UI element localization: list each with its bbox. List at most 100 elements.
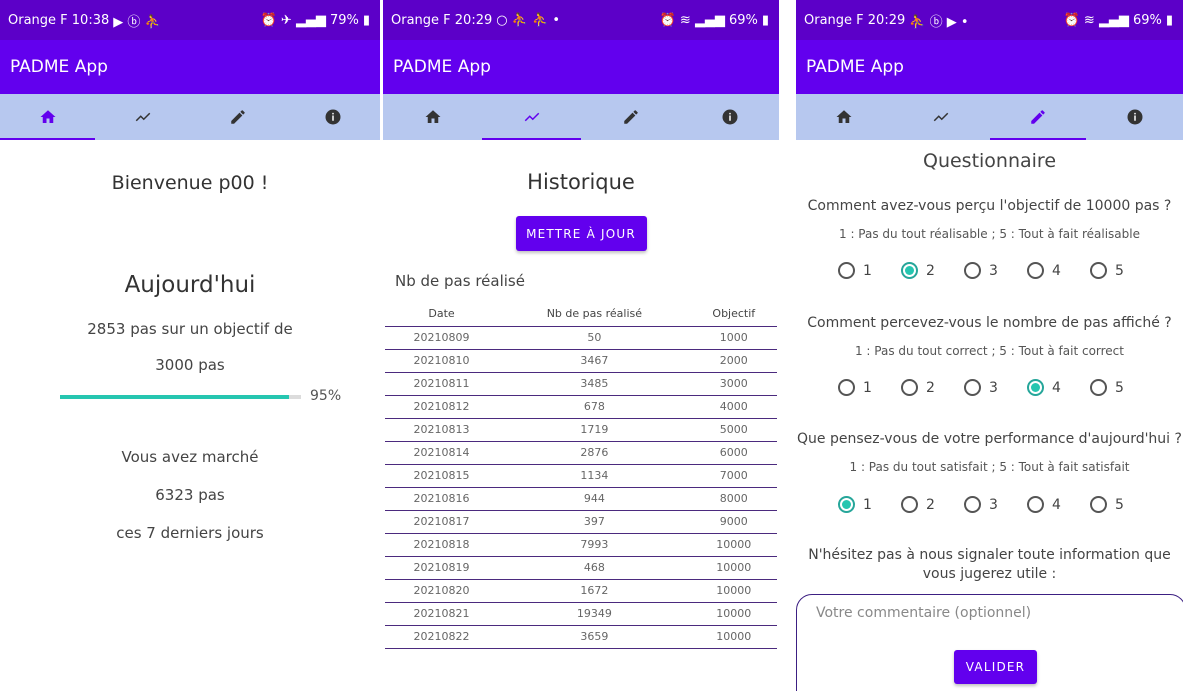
radio-label: 3: [989, 262, 998, 279]
q1-option-1[interactable]: 1: [838, 262, 901, 279]
radio-circle-icon: [1027, 496, 1044, 513]
table-row: 20210822 3659 10000: [385, 625, 777, 649]
table-row: 20210820 1672 10000: [385, 579, 777, 603]
tab-questionnaire[interactable]: [989, 94, 1087, 140]
q2-option-2[interactable]: 2: [901, 379, 964, 396]
tab-history[interactable]: [95, 94, 190, 140]
radio-label: 5: [1115, 379, 1124, 396]
question-2: Comment percevez-vous le nombre de pas a…: [807, 315, 1172, 331]
tab-info[interactable]: [285, 94, 380, 140]
question-1-scale: 1 : Pas du tout réalisable ; 5 : Tout à …: [839, 227, 1140, 241]
app-bar: PADME App: [383, 40, 779, 94]
app-bar: PADME App: [0, 40, 380, 94]
radio-label: 2: [926, 379, 935, 396]
radio-label: 4: [1052, 262, 1061, 279]
cell-date: 20210817: [385, 510, 499, 534]
comment-prompt-line-1: N'hésitez pas à nous signaler toute info…: [808, 547, 1171, 563]
cell-goal: 10000: [690, 533, 777, 557]
q2-option-3[interactable]: 3: [964, 379, 1027, 396]
radio-circle-icon: [838, 496, 855, 513]
cell-steps: 50: [498, 326, 691, 350]
cell-date: 20210810: [385, 349, 499, 373]
q2-option-1[interactable]: 1: [838, 379, 901, 396]
tab-questionnaire[interactable]: [581, 94, 680, 140]
tab-info[interactable]: [1086, 94, 1183, 140]
tab-questionnaire[interactable]: [190, 94, 285, 140]
radio-circle-icon: [1090, 262, 1107, 279]
tab-history[interactable]: [893, 94, 990, 140]
history-screen: Orange F 20:29 ○ ⛹ ⛹ • ⏰ ≋ ▂▄▆ 69% ▮ PADME …: [383, 0, 779, 691]
q1-option-5[interactable]: 5: [1090, 262, 1153, 279]
q3-option-2[interactable]: 2: [901, 496, 964, 513]
cell-goal: 1000: [690, 326, 777, 350]
q1-option-2[interactable]: 2: [901, 262, 964, 279]
section-label: Nb de pas réalisé: [395, 272, 525, 290]
tab-home[interactable]: [0, 94, 95, 140]
table-row: 20210819 468 10000: [385, 556, 777, 580]
radio-circle-icon: [1090, 379, 1107, 396]
goal-text: 3000 pas: [155, 356, 225, 374]
welcome-text: Bienvenue p00 !: [111, 172, 269, 194]
cell-date: 20210821: [385, 602, 499, 626]
column-header-steps: Nb de pas réalisé: [498, 302, 691, 327]
update-button[interactable]: METTRE À JOUR: [515, 216, 647, 251]
q3-option-1[interactable]: 1: [838, 496, 901, 513]
progress-track: [60, 395, 301, 399]
radio-label: 1: [863, 262, 872, 279]
cell-date: 20210820: [385, 579, 499, 603]
tab-history[interactable]: [482, 94, 581, 140]
q3-option-5[interactable]: 5: [1090, 496, 1153, 513]
tab-info[interactable]: [680, 94, 779, 140]
edit-icon: [1031, 110, 1045, 124]
question-3-scale: 1 : Pas du tout satisfait ; 5 : Tout à f…: [849, 460, 1130, 474]
cell-date: 20210819: [385, 556, 499, 580]
comment-prompt-line-2: vous jugerez utile :: [922, 566, 1057, 582]
table-body: 20210809 50 1000 20210810 3467 2000 20210811 34…: [385, 326, 777, 649]
comment-placeholder: Votre commentaire (optionnel): [816, 605, 1032, 621]
walked-period: ces 7 derniers jours: [116, 524, 264, 542]
cell-date: 20210815: [385, 464, 499, 488]
question-1-options: 1 2 3 4 5: [838, 262, 1153, 279]
question-3: Que pensez-vous de votre performance d'a…: [797, 431, 1182, 447]
radio-label: 4: [1052, 379, 1061, 396]
q3-option-3[interactable]: 3: [964, 496, 1027, 513]
status-carrier-time: Orange F 20:29: [804, 12, 906, 28]
edit-icon: [230, 110, 245, 124]
radio-label: 4: [1052, 496, 1061, 513]
home-icon: [836, 110, 852, 123]
column-header-date: Date: [385, 302, 499, 327]
cell-goal: 5000: [690, 418, 777, 442]
radio-circle-icon: [838, 379, 855, 396]
q3-option-4[interactable]: 4: [1027, 496, 1090, 513]
tab-home[interactable]: [383, 94, 482, 140]
q1-option-3[interactable]: 3: [964, 262, 1027, 279]
submit-button[interactable]: VALIDER: [954, 650, 1037, 684]
q1-option-4[interactable]: 4: [1027, 262, 1090, 279]
radio-circle-icon: [1027, 379, 1044, 396]
cell-date: 20210816: [385, 487, 499, 511]
cell-steps: 2876: [498, 441, 691, 465]
app-title: PADME App: [806, 57, 904, 77]
chart-icon: [933, 112, 949, 122]
cell-steps: 3659: [498, 625, 691, 649]
question-2-scale: 1 : Pas du tout correct ; 5 : Tout à fai…: [854, 344, 1124, 358]
battery-icon: ▮: [362, 12, 370, 28]
signal-icon: ⏰ ✈ ▂▄▆: [260, 12, 326, 28]
cell-goal: 10000: [690, 579, 777, 603]
cell-steps: 3485: [498, 372, 691, 396]
cell-steps: 397: [498, 510, 691, 534]
cell-date: 20210812: [385, 395, 499, 419]
battery-level: 69%: [728, 12, 758, 28]
battery-icon: ▮: [1165, 12, 1173, 28]
radio-circle-icon: [964, 379, 981, 396]
q2-option-4[interactable]: 4: [1027, 379, 1090, 396]
cell-goal: 9000: [690, 510, 777, 534]
table-row: 20210815 1134 7000: [385, 464, 777, 488]
radio-circle-icon: [1090, 496, 1107, 513]
status-icons: ○ ⛹ ⛹ •: [496, 12, 561, 28]
radio-circle-icon: [964, 496, 981, 513]
history-title: Historique: [527, 170, 635, 194]
signal-icon: ⏰ ≋ ▂▄▆: [659, 12, 725, 28]
tab-home[interactable]: [796, 94, 893, 140]
q2-option-5[interactable]: 5: [1090, 379, 1153, 396]
